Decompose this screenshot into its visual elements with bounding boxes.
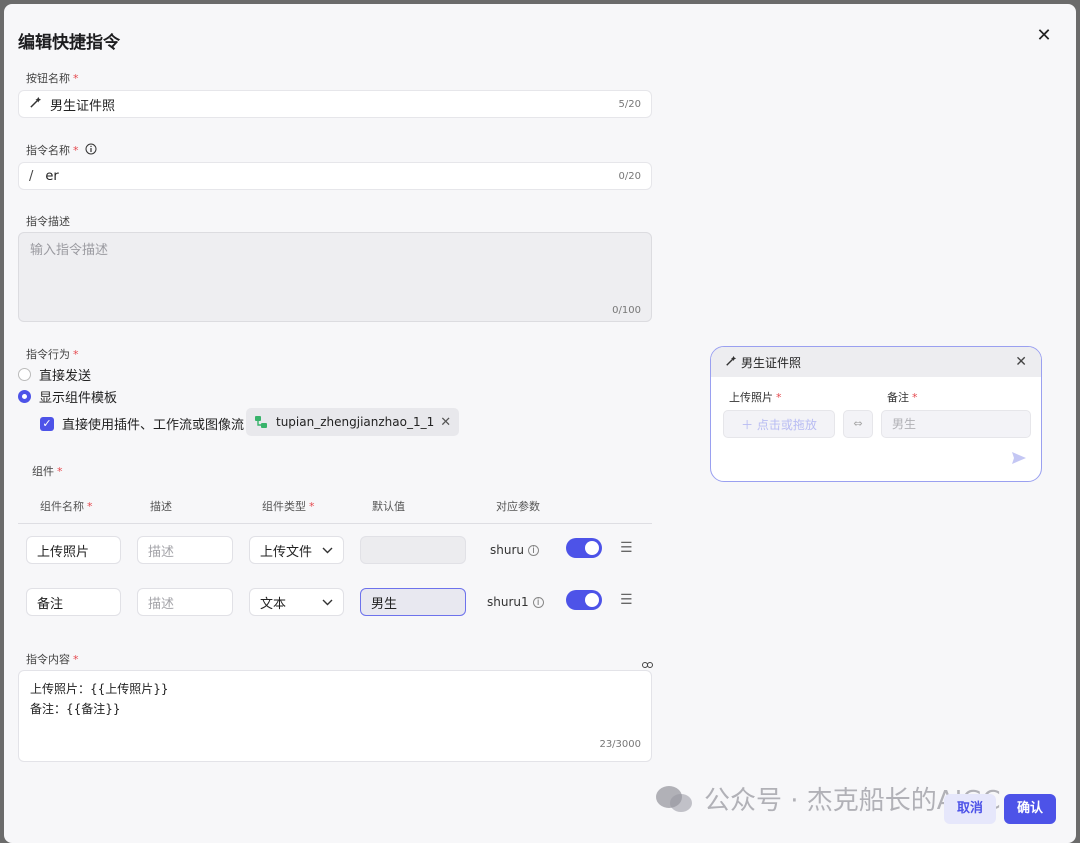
- template-preview-card: 男生证件照 ✕ 上传照片 * 备注 * ＋ 点击或拖放 ⇔ 男生: [710, 346, 1042, 482]
- command-desc-placeholder: 输入指令描述: [30, 243, 109, 258]
- send-icon[interactable]: [1011, 450, 1027, 469]
- radio-direct-send[interactable]: 直接发送: [18, 365, 91, 384]
- command-content-input[interactable]: 上传照片：{{上传照片}} 备注：{{备注}} 23/3000: [18, 670, 652, 762]
- col-desc: 描述: [150, 500, 172, 513]
- content-line-2: 备注：{{备注}}: [30, 702, 121, 716]
- link-icon[interactable]: ⇔: [843, 410, 873, 438]
- modal-title: 编辑快捷指令: [18, 33, 120, 53]
- button-name-input[interactable]: 男生证件照 5/20: [18, 90, 652, 118]
- table-divider: [18, 523, 652, 524]
- wand-icon: [29, 96, 42, 112]
- radio-circle: [18, 368, 31, 381]
- workflow-chip-label: tupian_zhengjianzhao_1_1: [276, 415, 435, 429]
- info-icon[interactable]: i: [532, 596, 544, 608]
- chip-close-icon[interactable]: ✕: [440, 415, 451, 430]
- row2-enable-toggle[interactable]: [566, 590, 602, 610]
- drag-handle-icon[interactable]: ☰: [620, 592, 633, 608]
- col-param: 对应参数: [496, 500, 540, 513]
- command-content-counter: 23/3000: [599, 739, 641, 750]
- button-name-label: 按钮名称 *: [26, 72, 79, 85]
- preview-field2-label: 备注 *: [887, 391, 918, 404]
- check-icon: ✓: [40, 416, 54, 431]
- preview-header: 男生证件照 ✕: [711, 347, 1041, 377]
- edit-shortcut-modal: 编辑快捷指令 ✕ 按钮名称 * 男生证件照 5/20 指令名称 * / er 0/2…: [4, 4, 1076, 843]
- command-name-counter: 0/20: [618, 170, 641, 182]
- row2-name-input[interactable]: 备注: [26, 588, 121, 616]
- wand-icon: [725, 355, 737, 370]
- workflow-chip[interactable]: tupian_zhengjianzhao_1_1 ✕: [246, 408, 460, 436]
- radio-circle-selected: [18, 390, 31, 403]
- command-name-input[interactable]: / er 0/20: [18, 162, 652, 190]
- row1-param: shuru i: [490, 543, 540, 557]
- use-plugin-checkbox[interactable]: ✓ 直接使用插件、工作流或图像流: [40, 414, 244, 433]
- row2-param: shuru1 i: [487, 595, 544, 609]
- preview-field1-label: 上传照片 *: [729, 391, 782, 404]
- info-icon[interactable]: i: [528, 544, 540, 556]
- row1-enable-toggle[interactable]: [566, 538, 602, 558]
- row1-name-input[interactable]: 上传照片: [26, 536, 121, 564]
- button-name-value: 男生证件照: [50, 98, 116, 114]
- preview-upload-button[interactable]: ＋ 点击或拖放: [723, 410, 835, 438]
- cancel-button[interactable]: 取消: [944, 794, 996, 824]
- drag-handle-icon[interactable]: ☰: [620, 540, 633, 556]
- chevron-down-icon: [322, 544, 333, 557]
- button-name-counter: 5/20: [618, 98, 641, 110]
- command-desc-input[interactable]: 输入指令描述 0/100: [18, 232, 652, 322]
- command-name-value: er: [45, 168, 59, 184]
- slash-prefix: /: [29, 168, 34, 184]
- col-type: 组件类型 *: [262, 500, 315, 513]
- preview-title: 男生证件照: [741, 355, 802, 370]
- row1-default-input[interactable]: [360, 536, 466, 564]
- confirm-button[interactable]: 确认: [1004, 794, 1056, 824]
- row1-type-select[interactable]: 上传文件: [249, 536, 344, 564]
- radio-show-template[interactable]: 显示组件模板: [18, 387, 117, 406]
- command-desc-label: 指令描述: [26, 215, 70, 228]
- command-name-label: 指令名称 *: [26, 142, 97, 158]
- col-default: 默认值: [372, 500, 405, 513]
- command-desc-counter: 0/100: [612, 305, 641, 316]
- row2-type-select[interactable]: 文本: [249, 588, 344, 616]
- workflow-icon: [254, 415, 268, 429]
- wechat-icon: [654, 784, 694, 814]
- preview-close-icon[interactable]: ✕: [1015, 354, 1027, 370]
- command-action-label: 指令行为 *: [26, 348, 79, 361]
- close-icon[interactable]: ✕: [1034, 26, 1054, 46]
- row2-desc-input[interactable]: 描述: [137, 588, 233, 616]
- content-line-1: 上传照片：{{上传照片}}: [30, 682, 169, 696]
- command-content-label: 指令内容 *: [26, 653, 79, 666]
- row1-desc-input[interactable]: 描述: [137, 536, 233, 564]
- info-icon[interactable]: [85, 143, 97, 158]
- col-name: 组件名称 *: [40, 500, 93, 513]
- chevron-down-icon: [322, 596, 333, 609]
- row2-default-input[interactable]: 男生: [360, 588, 466, 616]
- preview-note-input[interactable]: 男生: [881, 410, 1031, 438]
- components-label: 组件 *: [32, 465, 63, 478]
